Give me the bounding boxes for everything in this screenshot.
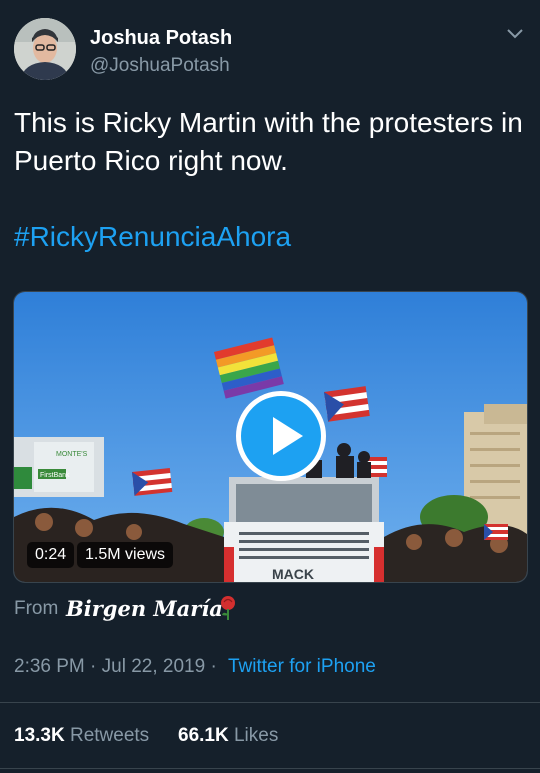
divider (0, 702, 540, 703)
retweets-stat[interactable]: 13.3K Retweets (14, 725, 149, 747)
view-count: 1.5M views (77, 542, 174, 568)
source-name[interactable]: Birgen María (66, 596, 223, 621)
chevron-down-icon[interactable] (506, 28, 524, 40)
author-name[interactable]: Joshua Potash (90, 27, 232, 50)
likes-label: Likes (233, 725, 279, 746)
tweet-header: Joshua Potash @JoshuaPotash (14, 18, 526, 84)
building-sign: MONTE'S (56, 451, 88, 458)
truck-brand: MACK (272, 566, 314, 582)
tweet-timestamp[interactable]: 2:36 PM · Jul 22, 2019 · (14, 656, 217, 678)
from-label: From (14, 598, 59, 619)
play-button[interactable] (236, 391, 326, 481)
tweet-text: This is Ricky Martin with the protesters… (14, 107, 523, 176)
divider (0, 768, 540, 769)
tweet-client[interactable]: Twitter for iPhone (228, 656, 376, 678)
retweets-count: 13.3K (14, 725, 65, 746)
avatar[interactable] (14, 18, 76, 80)
bank-sign: FirstBank (40, 472, 70, 479)
video-player[interactable]: FirstBank MONTE'S MACK 0:24 1.5M views (13, 291, 528, 583)
play-icon (273, 417, 303, 455)
hashtag-link[interactable]: #RickyRenunciaAhora (14, 221, 291, 253)
rose-icon (221, 596, 235, 620)
likes-stat[interactable]: 66.1K Likes (178, 725, 278, 747)
retweets-label: Retweets (69, 725, 150, 746)
author-handle[interactable]: @JoshuaPotash (90, 55, 230, 77)
likes-count: 66.1K (178, 725, 229, 746)
video-duration: 0:24 (27, 542, 75, 568)
